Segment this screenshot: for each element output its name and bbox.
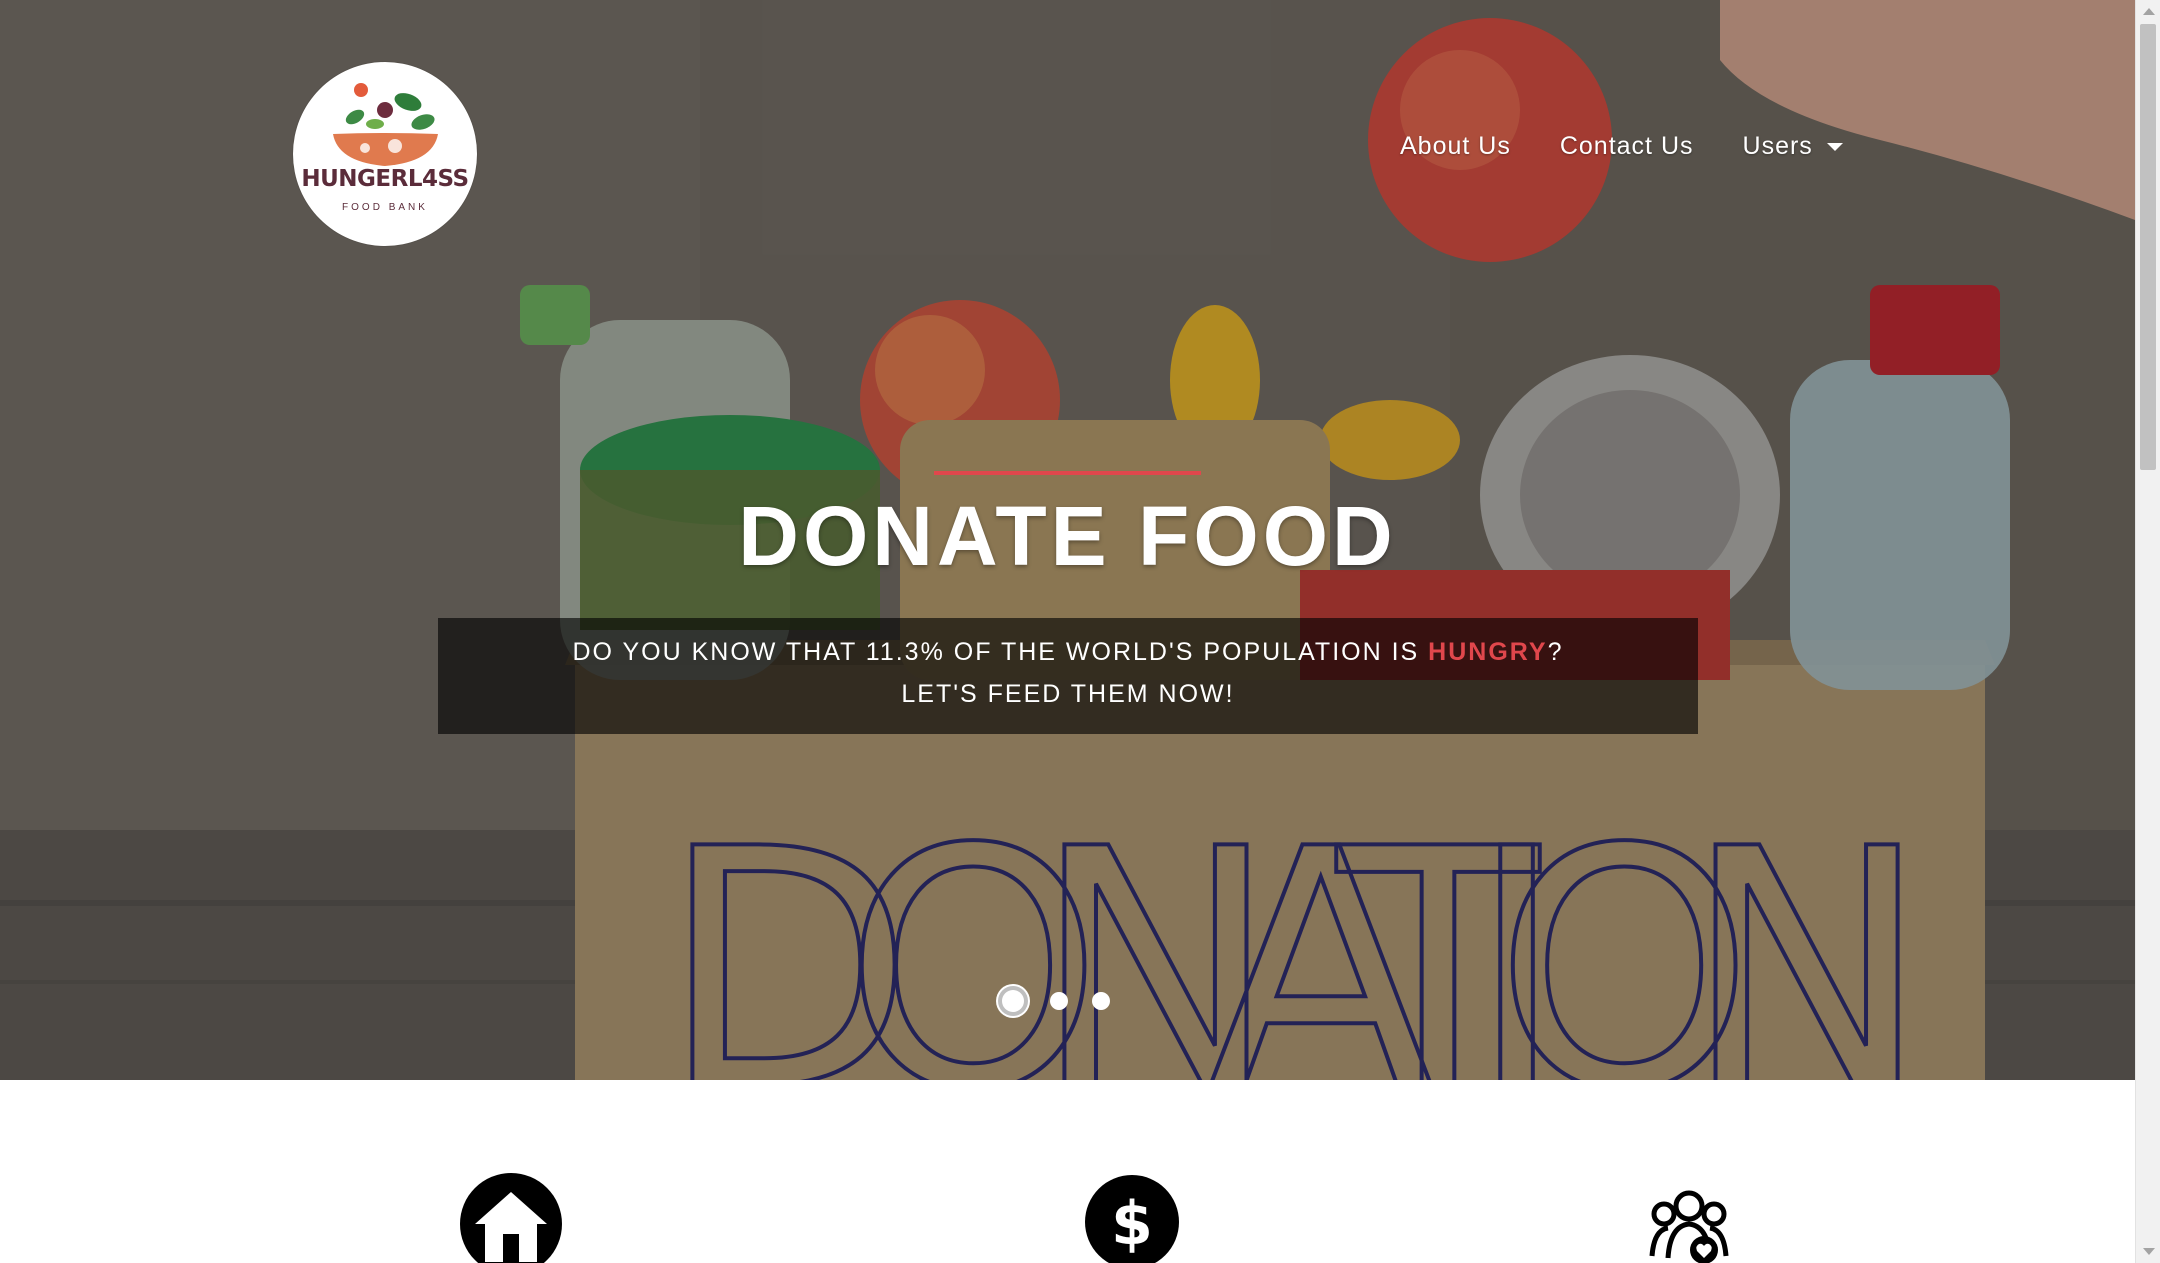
nav-users-label: Users — [1742, 132, 1813, 160]
nav-contact-us[interactable]: Contact Us — [1560, 132, 1694, 161]
caption-text-before: DO YOU KNOW THAT 11.3% OF THE WORLD'S PO… — [572, 638, 1429, 666]
caption-highlight-hungry: HUNGRY — [1428, 638, 1548, 666]
caption-text-after: ? — [1547, 638, 1564, 666]
community-heart-icon — [1649, 1190, 1729, 1263]
brand-name: HUNGERL4SS — [301, 166, 469, 192]
salad-bowl-icon — [333, 83, 438, 166]
hero-caption-line-1: DO YOU KNOW THAT 11.3% OF THE WORLD'S PO… — [438, 638, 1698, 667]
home-icon — [460, 1173, 562, 1263]
scroll-up-arrow-icon[interactable] — [2143, 8, 2155, 15]
page: DONATION HUNGERL4SS FOOD BANK About Us C… — [0, 0, 2135, 1263]
hero-caption-box: DO YOU KNOW THAT 11.3% OF THE WORLD'S PO… — [438, 618, 1698, 734]
nav-contact-us-label: Contact Us — [1559, 132, 1694, 160]
headline-accent-bar — [934, 471, 1201, 475]
nav-about-us[interactable]: About Us — [1400, 132, 1511, 161]
hero-carousel: DONATION HUNGERL4SS FOOD BANK About Us C… — [0, 0, 2135, 1080]
caret-down-icon — [1826, 142, 1843, 151]
scroll-down-arrow-icon[interactable] — [2143, 1248, 2155, 1255]
dollar-icon: $ — [1085, 1175, 1179, 1263]
carousel-dot-3[interactable] — [1092, 992, 1110, 1010]
main-nav: About Us Contact Us Users — [1400, 132, 1892, 161]
vertical-scrollbar[interactable] — [2135, 0, 2160, 1263]
brand-logo[interactable]: HUNGERL4SS FOOD BANK — [293, 62, 477, 246]
brand-tagline: FOOD BANK — [342, 202, 428, 213]
nav-users-dropdown[interactable]: Users — [1743, 132, 1843, 161]
svg-text:$: $ — [1111, 1189, 1153, 1259]
hero-caption-line-2: LET'S FEED THEM NOW! — [901, 680, 1235, 708]
features-section: $ — [0, 1080, 2135, 1263]
carousel-dot-1[interactable] — [1002, 990, 1024, 1012]
hero-heading: DONATE FOOD — [738, 489, 1397, 583]
scrollbar-thumb[interactable] — [2140, 24, 2156, 470]
carousel-dot-2[interactable] — [1050, 992, 1068, 1010]
carousel-indicators — [996, 990, 1134, 1012]
nav-about-us-label: About Us — [1400, 132, 1511, 160]
